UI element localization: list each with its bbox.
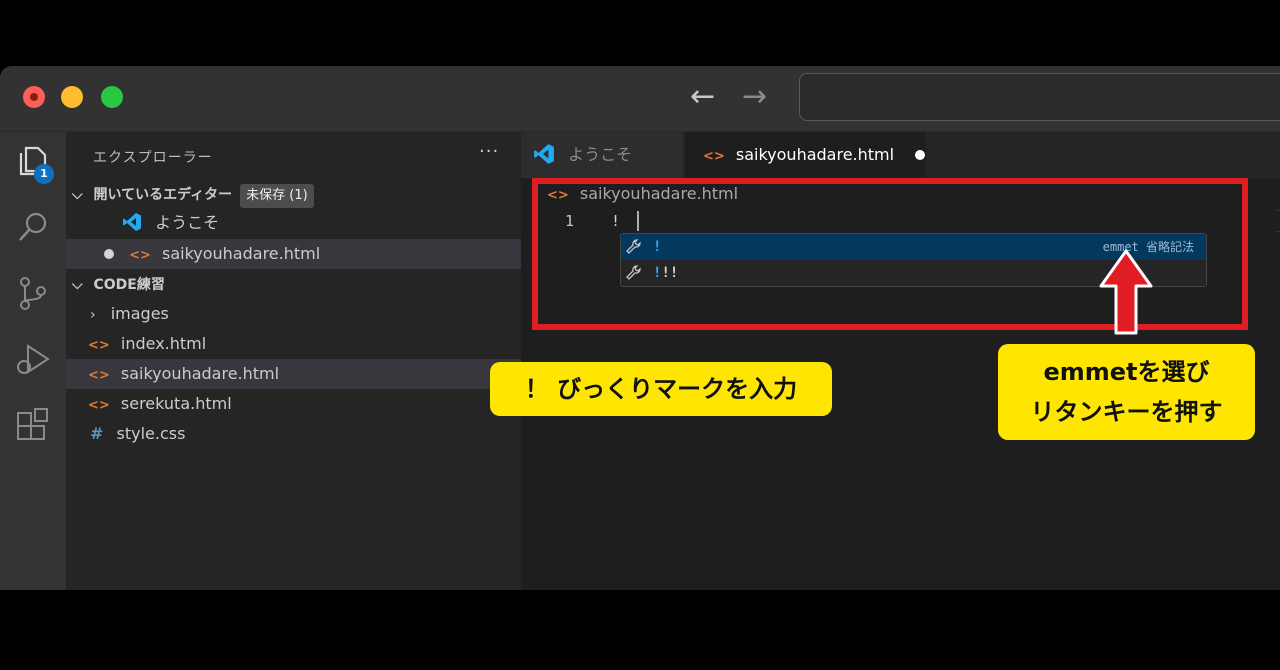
up-arrow-icon: [1099, 249, 1153, 335]
project-folder-header[interactable]: ⌵ CODE練習: [66, 270, 521, 300]
current-line-highlight: [1275, 210, 1280, 232]
tree-item-file-selected[interactable]: <> saikyouhadare.html: [66, 359, 521, 389]
open-editor-item-active[interactable]: <> saikyouhadare.html: [66, 239, 521, 269]
callout-select-emmet: emmetを選び リタンキーを押す: [998, 344, 1255, 440]
tree-item-file[interactable]: # style.css: [66, 419, 521, 449]
css-file-icon: #: [90, 424, 104, 443]
tree-item-label: style.css: [116, 424, 186, 443]
unsaved-dot-icon: [104, 249, 114, 259]
unsaved-badge: 未保存 (1): [240, 184, 314, 208]
explorer-sidebar: エクスプローラー ··· ⌵ 開いているエディター 未保存 (1) ようこそ <>…: [66, 132, 521, 590]
chevron-right-icon: ›: [90, 307, 96, 323]
command-center-search[interactable]: [799, 73, 1280, 121]
run-debug-icon[interactable]: [14, 340, 52, 378]
callout-line: リタンキーを押す: [1030, 398, 1223, 426]
tree-item-file[interactable]: <> serekuta.html: [66, 389, 521, 419]
html-file-icon: <>: [129, 248, 151, 263]
chevron-down-icon: ⌵: [72, 187, 83, 203]
vscode-logo-icon: [123, 213, 141, 231]
chevron-down-icon: ⌵: [72, 277, 83, 293]
tree-item-label: saikyouhadare.html: [120, 364, 280, 383]
tree-item-label: images: [110, 304, 169, 323]
html-file-icon: <>: [88, 338, 110, 353]
vscode-logo-icon: [534, 144, 554, 164]
tree-item-label: index.html: [120, 334, 207, 353]
source-control-icon[interactable]: [14, 274, 52, 312]
open-editor-label: saikyouhadare.html: [161, 244, 321, 263]
zoom-window-button[interactable]: [101, 86, 123, 108]
minimize-window-button[interactable]: [61, 86, 83, 108]
search-icon[interactable]: [14, 208, 52, 246]
tab-saikyouhadare[interactable]: <> saikyouhadare.html: [685, 132, 926, 178]
explorer-title: エクスプローラー: [93, 150, 213, 166]
html-file-icon: <>: [88, 368, 110, 383]
project-folder-label: CODE練習: [93, 277, 165, 293]
open-editors-label: 開いているエディター: [93, 187, 233, 203]
extensions-icon[interactable]: [14, 406, 52, 444]
tree-item-file[interactable]: <> index.html: [66, 329, 521, 359]
title-bar: ← →: [0, 66, 1280, 132]
tab-bar: ようこそ <> saikyouhadare.html: [521, 132, 1280, 178]
more-actions-button[interactable]: ···: [479, 141, 499, 162]
tab-label: ようこそ: [568, 145, 633, 164]
html-file-icon: <>: [703, 149, 725, 164]
open-editor-item[interactable]: ようこそ: [66, 208, 521, 238]
html-file-icon: <>: [88, 398, 110, 413]
tab-welcome[interactable]: ようこそ: [521, 132, 683, 178]
open-editors-header[interactable]: ⌵ 開いているエディター 未保存 (1): [66, 180, 521, 210]
open-editor-label: ようこそ: [155, 213, 220, 232]
activity-bar: 1: [0, 132, 66, 590]
close-window-button[interactable]: [23, 86, 45, 108]
callout-line: emmetを選び: [1043, 358, 1210, 386]
arrow-right-icon[interactable]: →: [742, 80, 767, 114]
callout-enter-exclamation: ！ びっくりマークを入力: [490, 362, 832, 416]
explorer-badge: 1: [34, 164, 54, 184]
tab-label: saikyouhadare.html: [735, 145, 895, 164]
tree-item-folder[interactable]: › images: [66, 299, 521, 329]
tree-item-label: serekuta.html: [120, 394, 232, 413]
unsaved-dot-icon[interactable]: [915, 150, 926, 160]
arrow-left-icon[interactable]: ←: [690, 80, 715, 114]
